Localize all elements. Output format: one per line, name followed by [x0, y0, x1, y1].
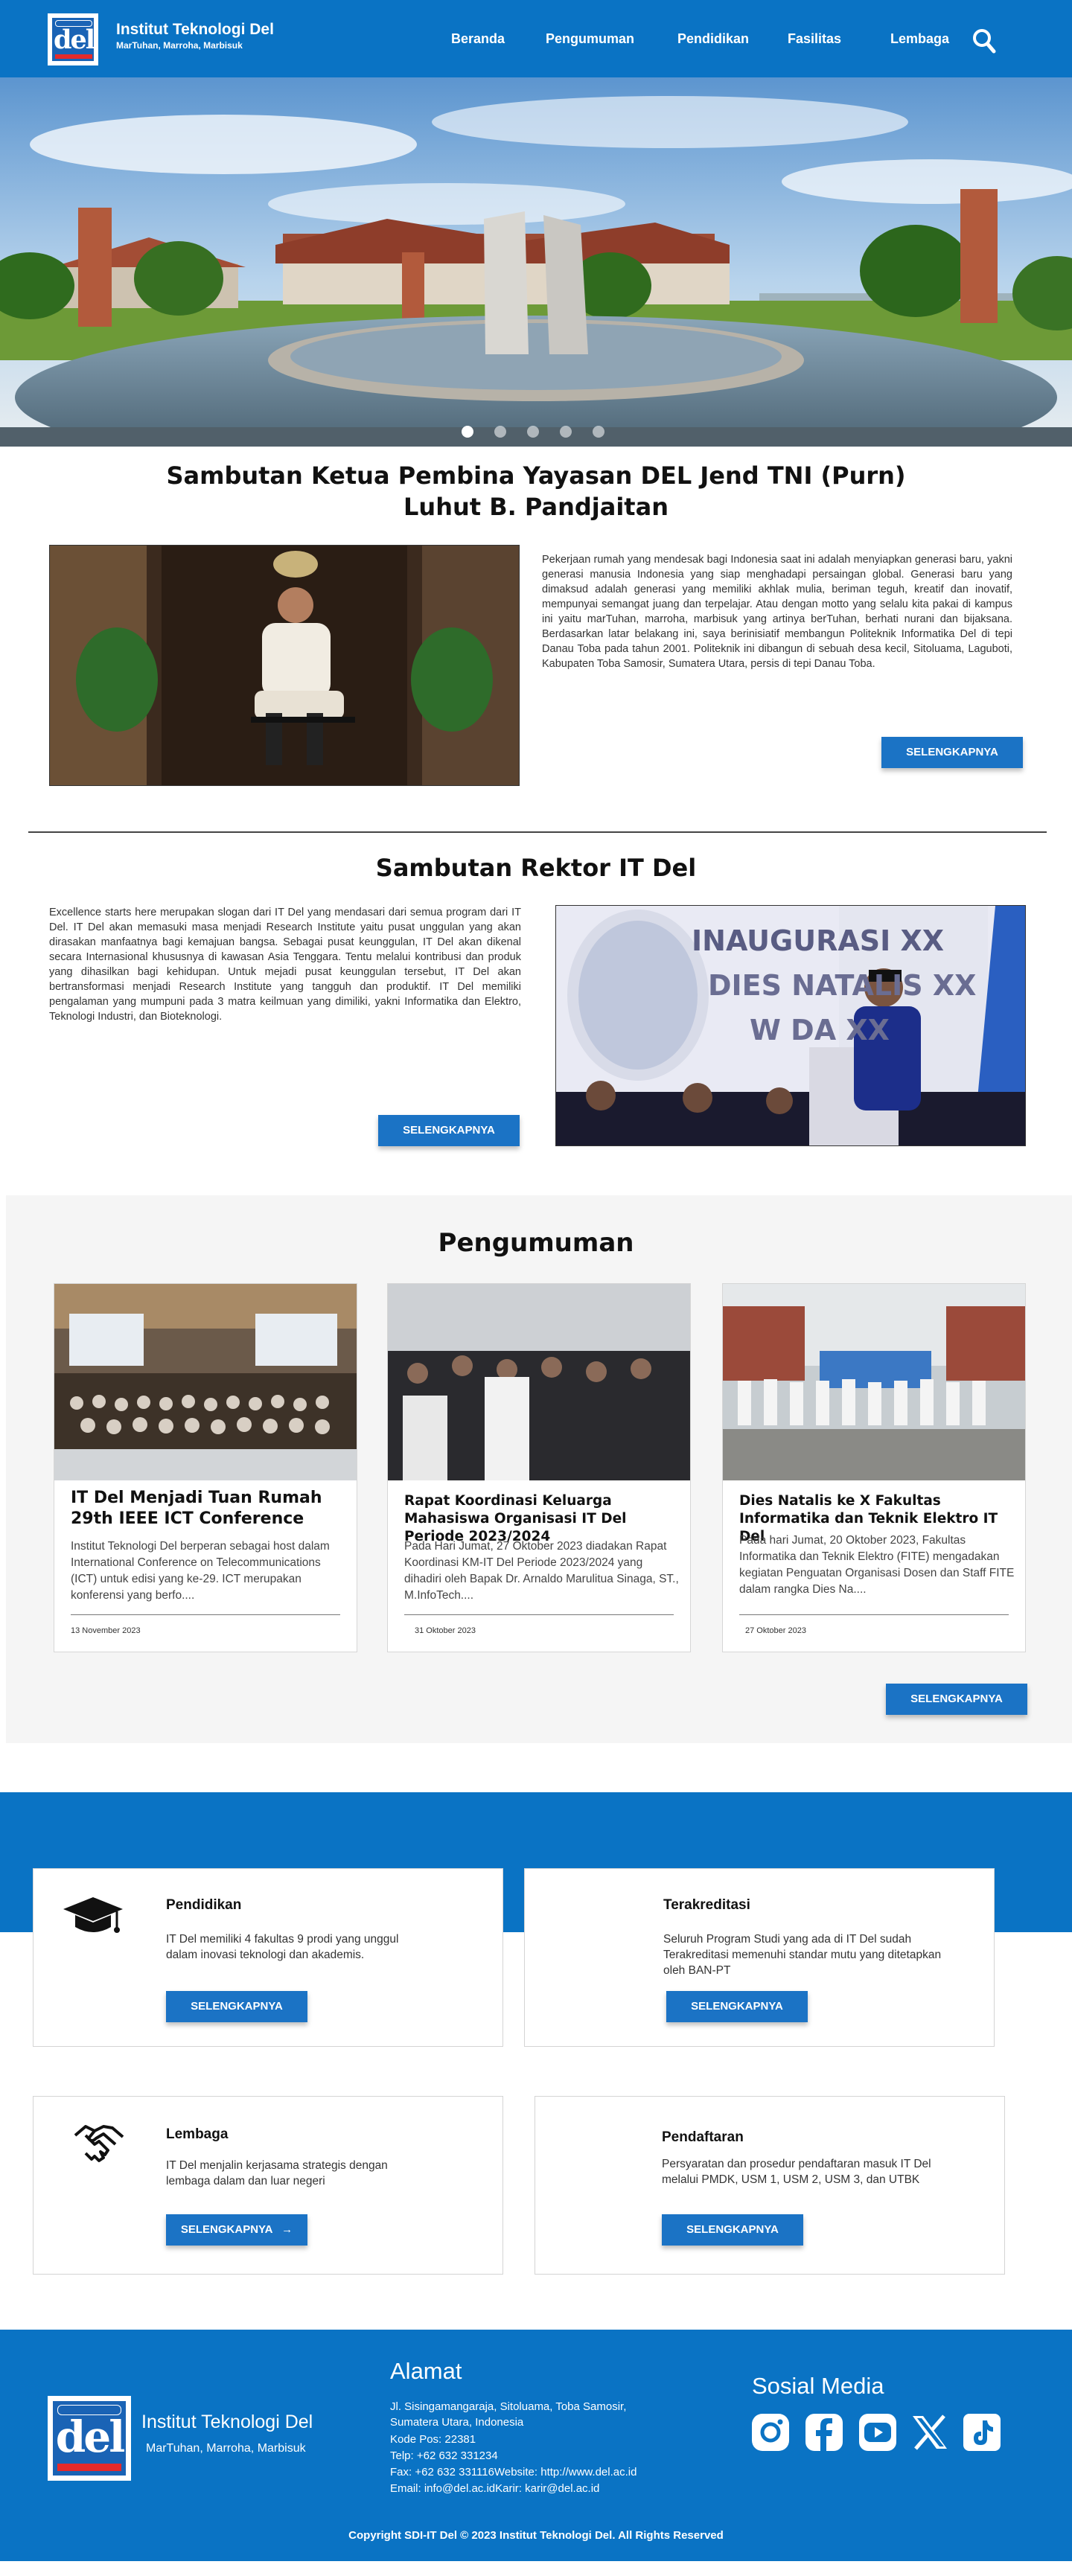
announcement-image [388, 1284, 690, 1480]
ketua-selengkapnya-button[interactable]: SELENGKAPNYA [881, 737, 1023, 768]
alamat-line: Sumatera Utara, Indonesia [390, 2416, 524, 2429]
footer-motto: MarTuhan, Marroha, Marbisuk [146, 2442, 306, 2455]
alamat-line: Kode Pos: 22381 [390, 2433, 476, 2446]
announcement-excerpt: Pada Hari Jumat, 27 Oktober 2023 diadaka… [404, 1540, 679, 1602]
hero-campus-image [0, 77, 1072, 447]
site-title[interactable]: Institut Teknologi Del [116, 21, 274, 39]
x-icon[interactable] [910, 2412, 950, 2453]
logo[interactable]: del [48, 13, 98, 65]
youtube-icon[interactable] [858, 2412, 898, 2453]
pengumuman-title: Pengumuman [438, 1228, 634, 1258]
handshake-icon [74, 2125, 124, 2162]
nav-beranda[interactable]: Beranda [451, 31, 505, 47]
footer-logo[interactable]: del [48, 2396, 131, 2481]
announcement-image [723, 1284, 1025, 1480]
announcement-card[interactable]: IT Del Menjadi Tuan Rumah 29th IEEE ICT … [54, 1283, 357, 1652]
feature-body: Seluruh Program Studi yang ada di IT Del… [663, 1933, 942, 1977]
announcement-divider [404, 1614, 674, 1615]
ketua-title: Sambutan Ketua Pembina Yayasan DEL Jend … [149, 460, 923, 522]
feature-card-terakreditasi: Terakreditasi Seluruh Program Studi yang… [524, 1868, 995, 2047]
feature-body: IT Del menjalin kerjasama strategis deng… [166, 2159, 388, 2187]
nav-pendidikan[interactable]: Pendidikan [677, 31, 749, 47]
ketua-title-line1: Sambutan Ketua Pembina Yayasan DEL Jend … [166, 461, 906, 490]
terakreditasi-selengkapnya-button[interactable]: SELENGKAPNYA [666, 1991, 808, 2022]
feature-card-pendaftaran: Pendaftaran Persyaratan dan prosedur pen… [535, 2096, 1005, 2275]
announcement-card[interactable]: Rapat Koordinasi Keluarga Mahasiswa Orga… [387, 1283, 691, 1652]
pendaftaran-selengkapnya-button[interactable]: SELENGKAPNYA [662, 2214, 803, 2246]
nav-pengumuman[interactable]: Pengumuman [546, 31, 634, 47]
rektor-banner-text-2: DIES NATALIS XX [708, 969, 976, 1002]
ketua-photo [49, 545, 520, 786]
nav-lembaga[interactable]: Lembaga [890, 31, 949, 47]
footer-brand: Institut Teknologi Del [141, 2412, 313, 2432]
announcement-title[interactable]: IT Del Menjadi Tuan Rumah 29th IEEE ICT … [71, 1488, 346, 1530]
announcement-divider [71, 1614, 340, 1615]
announcement-date: 27 Oktober 2023 [745, 1626, 806, 1635]
lembaga-button-label: SELENGKAPNYA [180, 2223, 272, 2236]
feature-title: Lembaga [166, 2126, 229, 2142]
announcement-excerpt: Pada hari Jumat, 20 Oktober 2023, Fakult… [739, 1534, 1015, 1596]
facebook-icon[interactable] [804, 2412, 844, 2453]
rektor-text: Excellence starts here merupakan slogan … [49, 907, 521, 1023]
slider-dot-2[interactable] [494, 426, 506, 438]
alamat-line: Jl. Sisingamangaraja, Sitoluama, Toba Sa… [390, 2400, 627, 2413]
slider-dot-4[interactable] [560, 426, 572, 438]
section-divider [28, 831, 1047, 833]
ketua-title-line2: Luhut B. Pandjaitan [403, 493, 669, 521]
hero-slider[interactable] [0, 77, 1072, 447]
rektor-photo: INAUGURASI XX DIES NATALIS XX W DA XX [555, 905, 1026, 1146]
rektor-selengkapnya-button[interactable]: SELENGKAPNYA [378, 1115, 520, 1146]
footer-logo-text: del [55, 2412, 126, 2462]
slider-dot-3[interactable] [527, 426, 539, 438]
rektor-banner-text-1: INAUGURASI XX [692, 924, 944, 957]
pengumuman-selengkapnya-button[interactable]: SELENGKAPNYA [886, 1684, 1027, 1715]
graduation-cap-icon [63, 1897, 123, 1933]
feature-title: Terakreditasi [663, 1897, 750, 1913]
pendidikan-selengkapnya-button[interactable]: SELENGKAPNYA [166, 1991, 307, 2022]
announcement-excerpt: Institut Teknologi Del berperan sebagai … [71, 1540, 330, 1602]
site-motto: MarTuhan, Marroha, Marbisuk [116, 40, 243, 51]
feature-card-pendidikan: Pendidikan IT Del memiliki 4 fakultas 9 … [33, 1868, 503, 2047]
page-bottom-gap [0, 2561, 1072, 2576]
feature-title: Pendidikan [166, 1897, 242, 1913]
site-header: del Institut Teknologi Del MarTuhan, Mar… [0, 0, 1072, 77]
feature-title: Pendaftaran [662, 2129, 744, 2145]
feature-body: Persyaratan dan prosedur pendaftaran mas… [662, 2158, 931, 2186]
logo-text: del [54, 25, 95, 55]
alamat-line[interactable]: Fax: +62 632 331116Website: http://www.d… [390, 2465, 636, 2480]
announcement-divider [739, 1614, 1009, 1615]
announcement-card[interactable]: Dies Natalis ke X Fakultas Informatika d… [722, 1283, 1026, 1652]
alamat-line: Telp: +62 632 331234 [390, 2449, 498, 2462]
announcement-date: 13 November 2023 [71, 1626, 141, 1635]
rektor-banner-text-3: W DA XX [750, 1014, 890, 1046]
rektor-title: Sambutan Rektor IT Del [375, 854, 697, 882]
sosial-title: Sosial Media [752, 2373, 884, 2399]
announcement-image [54, 1284, 357, 1480]
alamat-line[interactable]: Email: info@del.ac.idKarir: karir@del.ac… [390, 2481, 599, 2496]
copyright-text: Copyright SDI-IT Del © 2023 Institut Tek… [348, 2529, 724, 2542]
slider-dot-5[interactable] [593, 426, 604, 438]
arrow-right-icon: → [281, 2223, 293, 2236]
tiktok-icon[interactable] [962, 2412, 1002, 2453]
slider-dot-1[interactable] [462, 426, 473, 438]
lembaga-selengkapnya-button[interactable]: SELENGKAPNYA → [166, 2214, 307, 2246]
search-icon[interactable] [972, 28, 996, 54]
nav-fasilitas[interactable]: Fasilitas [788, 31, 841, 47]
announcement-date: 31 Oktober 2023 [415, 1626, 476, 1635]
instagram-icon[interactable] [750, 2412, 791, 2453]
feature-card-lembaga: Lembaga IT Del menjalin kerjasama strate… [33, 2096, 503, 2275]
feature-body: IT Del memiliki 4 fakultas 9 prodi yang … [166, 1933, 399, 1961]
ketua-text: Pekerjaan rumah yang mendesak bagi Indon… [542, 554, 1012, 670]
alamat-title: Alamat [390, 2358, 462, 2384]
